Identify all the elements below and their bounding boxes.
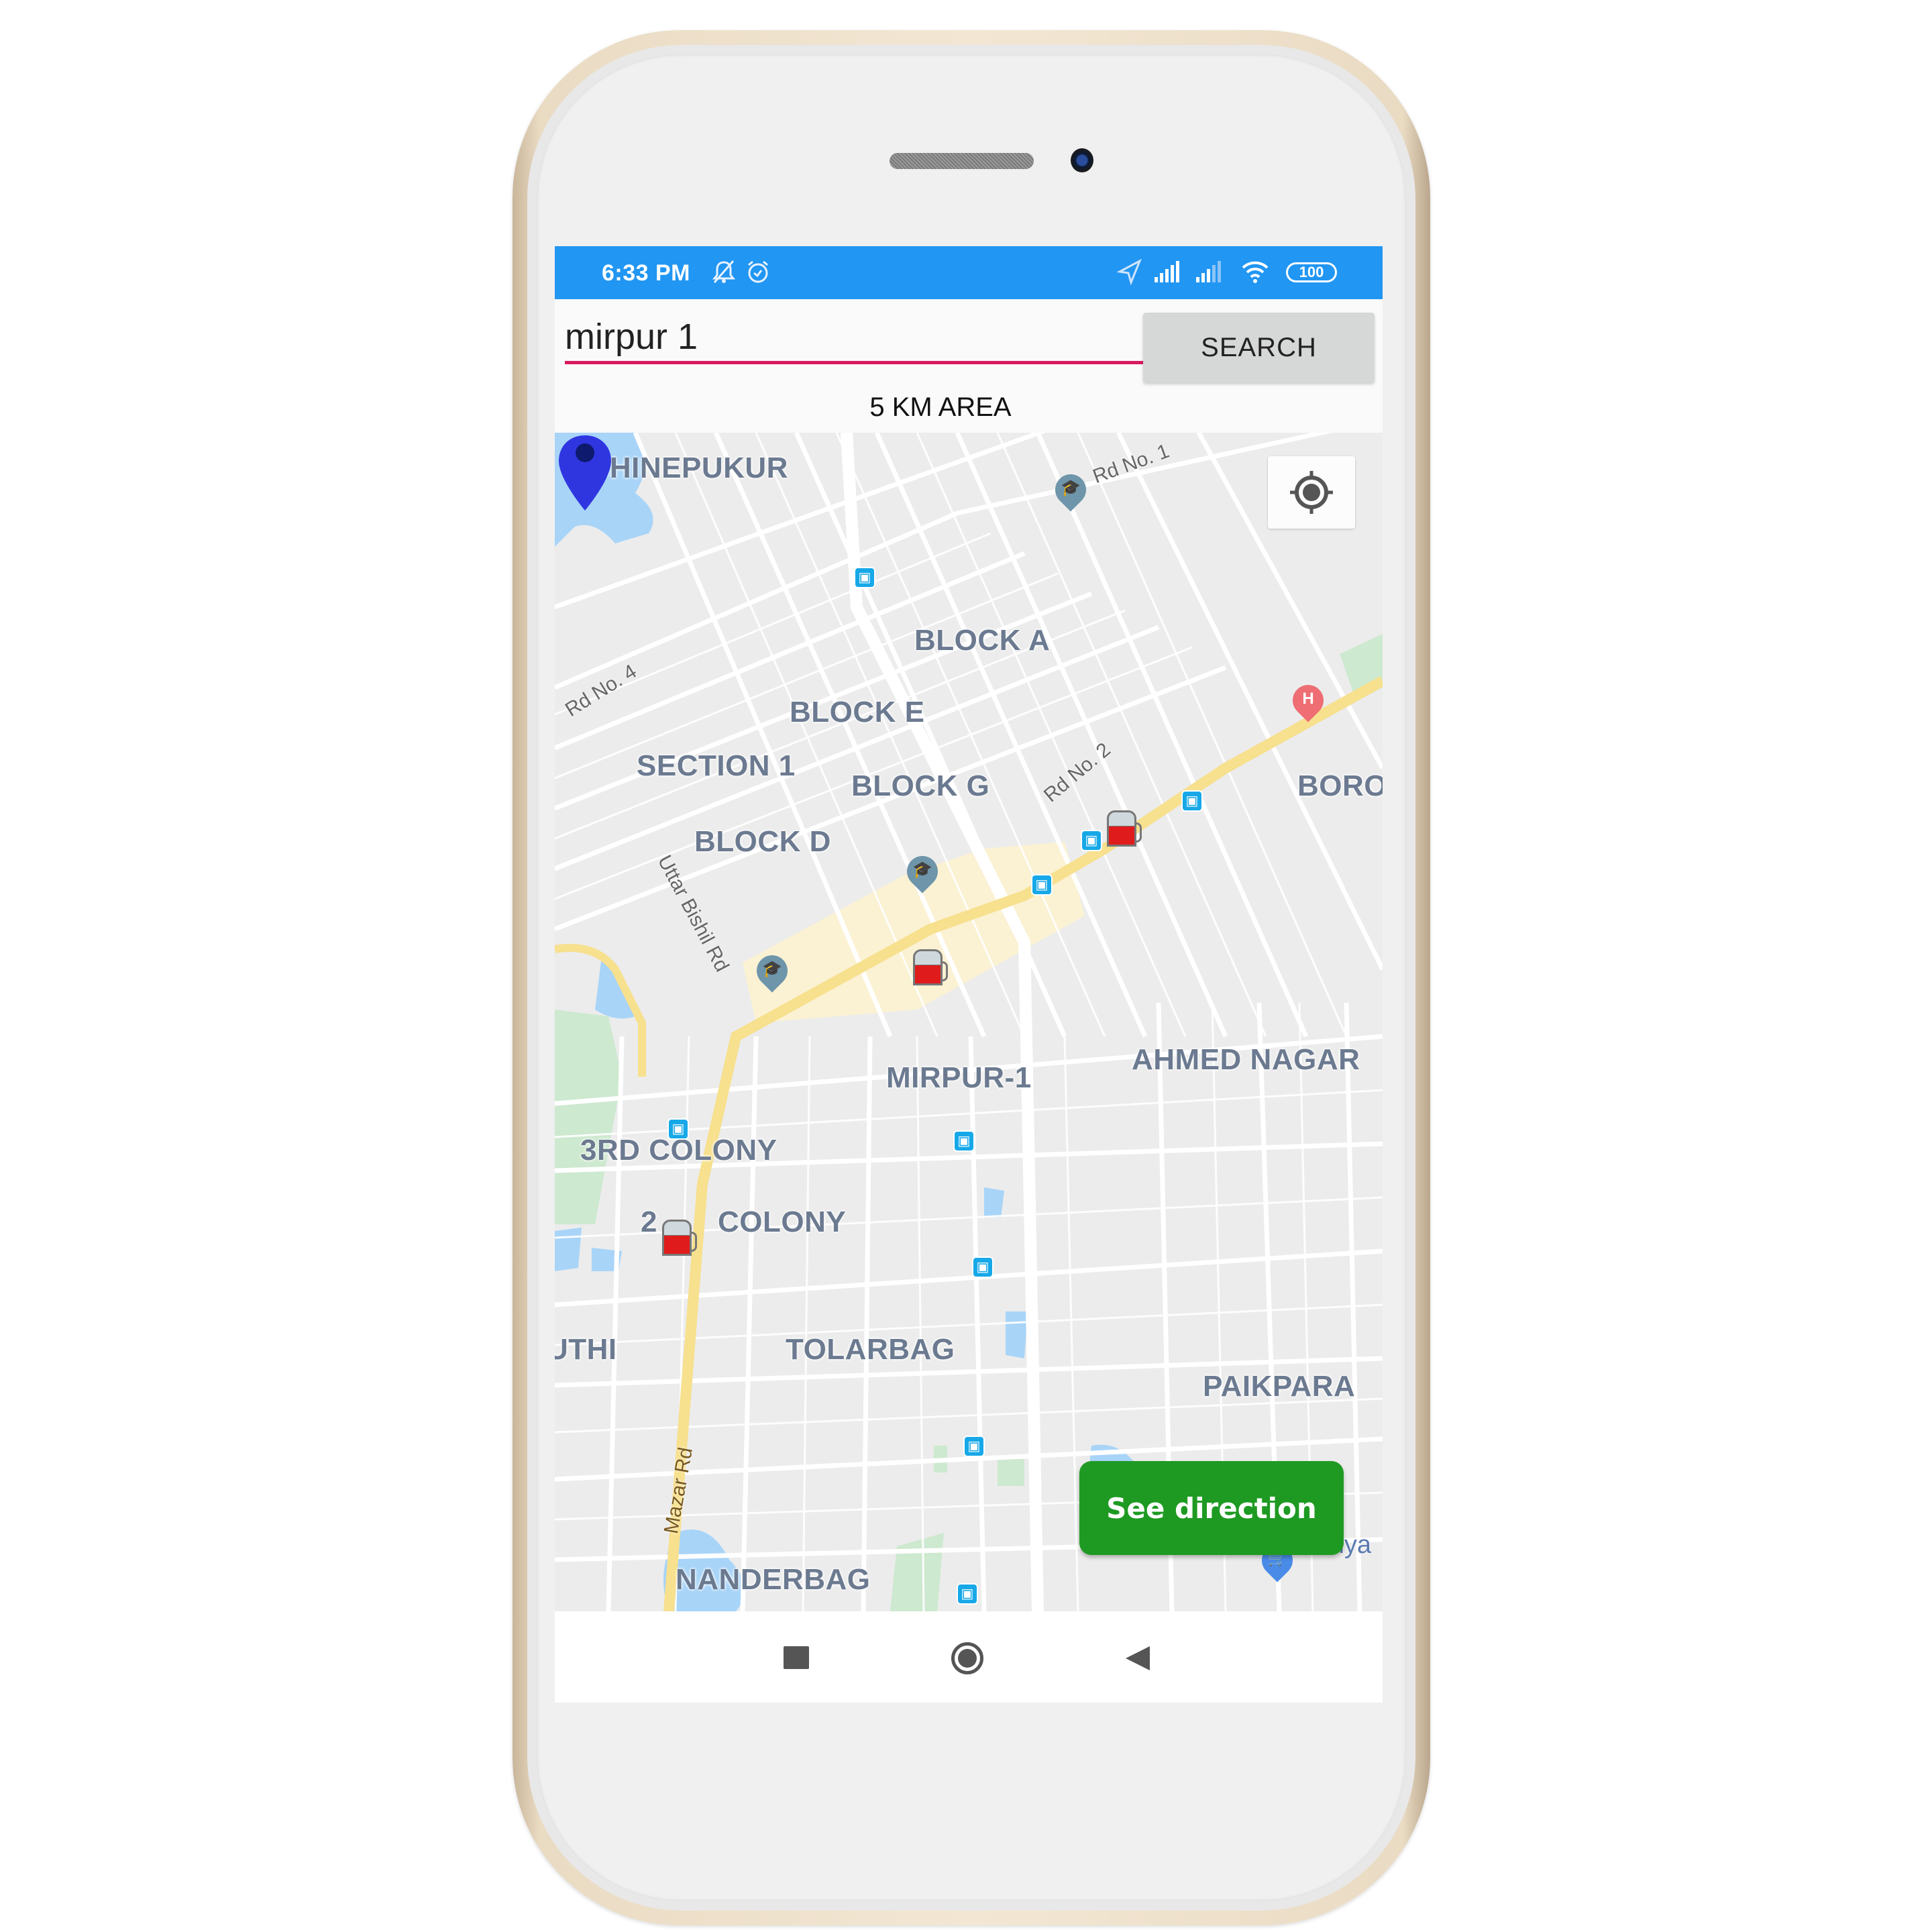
- hospital-pin-label: H: [1302, 690, 1314, 708]
- graduation-cap-icon: 🎓: [762, 960, 782, 978]
- selected-location-pin-icon[interactable]: [555, 433, 615, 513]
- place-label: BLOCK D: [694, 825, 831, 858]
- park: [890, 1533, 944, 1611]
- place-label: BLOCK E: [790, 696, 925, 729]
- place-label: TOLARBAG: [786, 1333, 955, 1366]
- place-label: MIRPUR-1: [886, 1061, 1032, 1094]
- notifications-off-icon: [711, 258, 737, 291]
- place-label: BLOCK A: [914, 624, 1051, 657]
- home-button[interactable]: [951, 1642, 983, 1674]
- bus-stop-icon[interactable]: ▣: [963, 1436, 985, 1457]
- recent-apps-button[interactable]: [784, 1646, 809, 1669]
- pond: [984, 1187, 1004, 1218]
- search-row: SEARCH: [555, 299, 1383, 382]
- place-label: NANDERBAG: [676, 1563, 871, 1596]
- map-tiles: [555, 433, 1383, 1611]
- bus-stop-icon[interactable]: ▣: [972, 1256, 994, 1278]
- bus-stop-icon[interactable]: ▣: [1081, 830, 1102, 851]
- status-time: 6:33 PM: [602, 260, 690, 286]
- map-view[interactable]: SHINEPUKUR BLOCK A BLOCK E SECTION 1 BLO…: [555, 433, 1383, 1611]
- my-location-icon: [1290, 471, 1333, 514]
- battery-indicator: 100: [1286, 262, 1337, 282]
- front-camera: [1071, 148, 1093, 172]
- status-bar: 6:33 PM 100: [555, 246, 1383, 299]
- bus-stop-icon[interactable]: ▣: [957, 1583, 978, 1605]
- location-arrow-icon: [1116, 258, 1142, 291]
- pond: [1006, 1311, 1028, 1358]
- place-label: SECTION 1: [637, 749, 796, 782]
- alarm-icon: [745, 258, 771, 291]
- wifi-icon: [1240, 258, 1270, 291]
- park: [998, 1459, 1024, 1486]
- search-button[interactable]: SEARCH: [1143, 313, 1375, 382]
- graduation-cap-icon: 🎓: [1061, 479, 1081, 497]
- pond: [555, 1228, 582, 1271]
- bus-stop-icon[interactable]: ▣: [1031, 874, 1053, 896]
- area-radius-label: 5 KM AREA: [869, 392, 1012, 422]
- place-label: PAIKPARA: [1203, 1370, 1356, 1403]
- see-direction-button[interactable]: See direction: [1079, 1461, 1344, 1555]
- place-label: SHINEPUKUR: [590, 451, 788, 484]
- my-location-button[interactable]: [1268, 456, 1355, 529]
- place-label: COLONY: [718, 1205, 847, 1238]
- system-nav-bar: [555, 1611, 1383, 1703]
- bus-stop-icon[interactable]: ▣: [854, 567, 875, 588]
- signal-icon: [1153, 258, 1184, 291]
- earpiece-speaker: [890, 153, 1034, 169]
- back-button[interactable]: [1126, 1646, 1150, 1670]
- bus-stop-icon[interactable]: ▣: [1181, 790, 1203, 812]
- place-label: 2: [641, 1205, 657, 1238]
- place-label: UTHI: [555, 1333, 617, 1366]
- place-label: AHMED NAGAR: [1132, 1043, 1360, 1076]
- graduation-cap-icon: 🎓: [912, 861, 932, 879]
- bus-stop-icon[interactable]: ▣: [667, 1118, 689, 1140]
- place-label: BLOCK G: [851, 769, 990, 802]
- fuel-station-icon[interactable]: [659, 1220, 698, 1257]
- fuel-station-icon[interactable]: [910, 949, 949, 987]
- fuel-station-icon[interactable]: [1104, 810, 1143, 848]
- app-screen: 6:33 PM 100 SEARCH 5 KM AREA: [555, 246, 1383, 1703]
- park: [555, 1010, 622, 1224]
- signal-icon-2: [1195, 258, 1226, 291]
- place-label: BORO: [1297, 769, 1383, 802]
- bus-stop-icon[interactable]: ▣: [953, 1130, 975, 1152]
